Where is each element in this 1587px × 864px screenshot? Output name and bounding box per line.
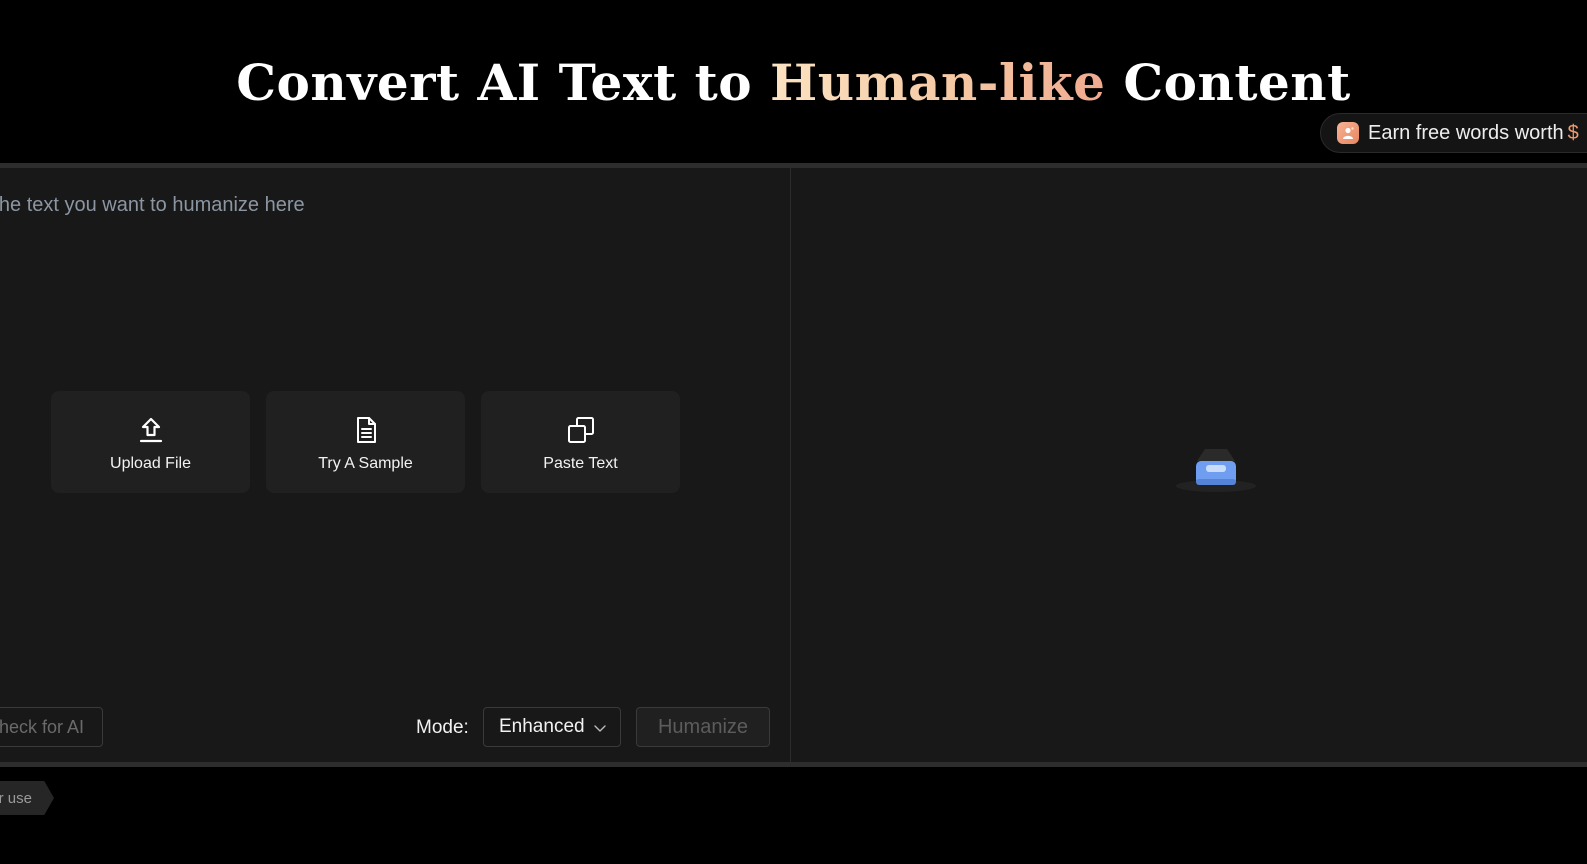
title-suffix: Content bbox=[1105, 52, 1351, 112]
humanize-button[interactable]: Humanize bbox=[636, 707, 770, 747]
earn-banner-amount: $ bbox=[1567, 121, 1579, 144]
paste-text-label: Paste Text bbox=[543, 455, 618, 472]
copy-icon bbox=[566, 415, 596, 445]
humanizer-editor: Upload File Try A Sample Paste Text heck… bbox=[0, 163, 1587, 767]
gift-icon bbox=[1337, 122, 1359, 144]
mode-label: Mode: bbox=[416, 717, 469, 738]
upload-file-label: Upload File bbox=[110, 455, 191, 472]
chevron-down-icon bbox=[594, 721, 606, 733]
try-sample-label: Try A Sample bbox=[318, 455, 413, 472]
title-prefix: Convert AI Text to bbox=[236, 52, 771, 112]
title-highlight: Human-like bbox=[770, 52, 1106, 112]
mode-select-value: Enhanced bbox=[499, 716, 585, 737]
mode-select[interactable]: Enhanced bbox=[483, 707, 621, 747]
upload-icon bbox=[136, 415, 166, 445]
check-for-ai-button[interactable]: heck for AI bbox=[0, 707, 103, 747]
upload-file-button[interactable]: Upload File bbox=[51, 391, 250, 493]
try-sample-button[interactable]: Try A Sample bbox=[266, 391, 465, 493]
panel-divider bbox=[790, 168, 791, 762]
earn-free-words-banner[interactable]: Earn free words worth $ bbox=[1320, 113, 1587, 153]
page-title: Convert AI Text to Human-like Content bbox=[0, 48, 1587, 118]
earn-banner-text: Earn free words worth bbox=[1368, 121, 1564, 144]
empty-inbox-icon bbox=[1175, 443, 1257, 495]
fair-use-tag[interactable]: r use bbox=[0, 781, 54, 815]
document-icon bbox=[351, 415, 381, 445]
paste-text-button[interactable]: Paste Text bbox=[481, 391, 680, 493]
